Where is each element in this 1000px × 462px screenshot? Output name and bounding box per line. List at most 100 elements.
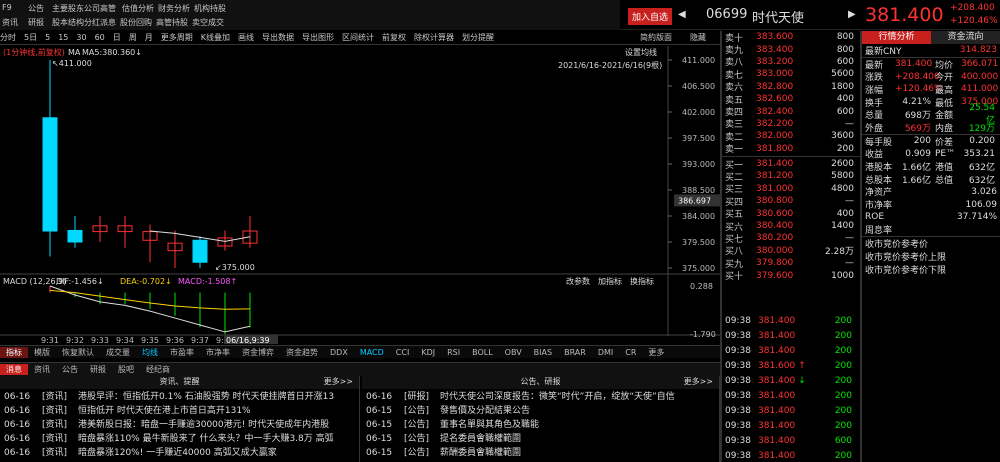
set-ma-button[interactable]: 设置均线 [625, 47, 657, 57]
menu-item[interactable]: 公司高管 [84, 3, 116, 14]
ask-row[interactable]: 卖一 381.800 200 [722, 143, 860, 156]
indicator-tab[interactable]: BIAS [528, 348, 558, 357]
bid-row[interactable]: 买七 380.200 — [722, 232, 860, 245]
layout-toggle-button[interactable]: 简約版面 [640, 33, 672, 42]
prev-stock-icon[interactable]: ◀ [678, 9, 686, 20]
indicator-tab[interactable]: OBV [499, 348, 528, 357]
bid-row[interactable]: 买九 379.800 — [722, 257, 860, 270]
news-item[interactable]: 06-16 [资讯] 港股早评：恒指低开0.1% 石油股强势 时代天使挂牌首日开涨1… [0, 389, 359, 403]
menu-item[interactable]: 估值分析 [122, 3, 154, 14]
macd-tool-button[interactable]: 加指标 [598, 276, 622, 286]
ask-row[interactable]: 卖六 382.800 1800 [722, 81, 860, 94]
macd-tool-button[interactable]: 改参数 [566, 276, 590, 286]
toolbar-item[interactable]: 15 [58, 33, 68, 42]
ask-row[interactable]: 卖九 383.400 800 [722, 43, 860, 57]
ask-row[interactable]: 卖二 382.000 3600 [722, 130, 860, 143]
quote-panel-tab[interactable]: 资金流向 [931, 31, 1000, 44]
toolbar-item[interactable]: 更多周期 [161, 32, 193, 43]
ask-row[interactable]: 卖八 383.200 600 [722, 56, 860, 69]
kline-chart[interactable]: (1分钟线,前复权) MA MA5:380.360↓ 设置均线 2021/6/16-20… [0, 46, 720, 344]
toolbar-item[interactable]: 分时 [0, 32, 16, 43]
toolbar-item[interactable]: 日 [113, 32, 121, 43]
indicator-tab[interactable]: 指标 [0, 346, 28, 358]
menu-item[interactable]: 资讯 [2, 17, 18, 28]
bid-row[interactable]: 买十 379.600 1000 [722, 269, 860, 283]
toolbar-item[interactable]: 周 [129, 32, 137, 43]
menu-item[interactable]: 机构持股 [194, 3, 226, 14]
menu-item[interactable]: 主要股东 [52, 3, 84, 14]
toolbar-item[interactable]: 区间统计 [342, 32, 374, 43]
toolbar-item[interactable]: 5日 [24, 32, 37, 43]
news-item[interactable]: 06-16 [资讯] 港美新股日报：暗盘一手赚逾30000港元! 时代天使成年内港股 [0, 417, 359, 431]
indicator-tab[interactable]: 恢复默认 [56, 347, 100, 358]
indicator-tab[interactable]: 资金趋势 [280, 347, 324, 358]
toolbar-item[interactable]: 60 [95, 33, 105, 42]
indicator-tab[interactable]: CCI [390, 348, 416, 357]
ask-row[interactable]: 卖四 382.400 600 [722, 105, 860, 119]
toolbar-item[interactable]: 画线 [238, 32, 254, 43]
bid-row[interactable]: 买八 380.000 2.28万 [722, 245, 860, 258]
menu-item[interactable]: 财务分析 [158, 3, 190, 14]
toolbar-item[interactable]: 除权计算器 [414, 32, 454, 43]
toolbar-item[interactable]: 前复权 [382, 32, 406, 43]
bid-row[interactable]: 买三 381.000 4800 [722, 183, 860, 196]
bid-row[interactable]: 买一 381.400 2600 [722, 158, 860, 171]
ask-row[interactable]: 卖十 383.600 800 [722, 31, 860, 44]
indicator-tab[interactable]: 资金博弈 [236, 347, 280, 358]
news-tab[interactable]: 公告 [56, 364, 84, 375]
bid-row[interactable]: 买六 380.400 1400 [722, 220, 860, 233]
quote-panel-tab[interactable]: 行情分析 [862, 31, 931, 44]
news-tab[interactable]: 股吧 [112, 364, 140, 375]
indicator-tab[interactable]: DMI [592, 348, 619, 357]
toolbar-item[interactable]: 5 [45, 33, 50, 42]
indicator-tab[interactable]: BRAR [558, 348, 592, 357]
indicator-tab[interactable]: DDX [324, 348, 354, 357]
news-tab[interactable]: 消息 [0, 364, 28, 375]
toolbar-item[interactable]: K线叠加 [201, 32, 230, 43]
indicator-tab[interactable]: 市净率 [200, 347, 236, 358]
toolbar-item[interactable]: 划分提醒 [462, 32, 494, 43]
bid-row[interactable]: 买四 380.800 — [722, 195, 860, 208]
indicator-tab[interactable]: CR [619, 348, 642, 357]
news-right-more-link[interactable]: 更多>> [684, 376, 713, 387]
news-tab[interactable]: 经纪商 [140, 364, 176, 375]
indicator-tab[interactable]: 均线 [136, 347, 164, 358]
toolbar-item[interactable]: 导出图形 [302, 32, 334, 43]
news-item[interactable]: 06-16 [资讯] 暗盘暴涨120%! 一手赚近40000 高弧又成大赢家 [0, 445, 359, 459]
menu-item[interactable]: 高管持股 [156, 17, 188, 28]
toolbar-item[interactable]: 30 [76, 33, 86, 42]
next-stock-icon[interactable]: ▶ [848, 9, 856, 20]
menu-item[interactable]: 股本结构 [52, 17, 84, 28]
menu-item[interactable]: 研报 [28, 17, 44, 28]
news-item[interactable]: 06-15 [公告] 提名委員會職權範圍 [362, 431, 719, 445]
indicator-tab[interactable]: 更多 [642, 347, 670, 358]
ask-row[interactable]: 卖三 382.200 — [722, 118, 860, 131]
indicator-tab[interactable]: MACD [354, 348, 390, 357]
news-item[interactable]: 06-16 [资讯] 暗盘暴涨110% 最牛新股来了 什么来头？中一手大赚3.8万 … [0, 431, 359, 445]
ask-row[interactable]: 卖七 383.000 5600 [722, 68, 860, 81]
news-tab[interactable]: 资讯 [28, 364, 56, 375]
menu-item[interactable]: 股份回购 [120, 17, 152, 28]
ask-row[interactable]: 卖五 382.600 400 [722, 93, 860, 106]
indicator-tab[interactable]: 成交量 [100, 347, 136, 358]
toolbar-item[interactable]: 月 [145, 32, 153, 43]
bid-row[interactable]: 买二 381.200 5800 [722, 170, 860, 183]
macd-tool-button[interactable]: 换指标 [630, 276, 654, 286]
indicator-tab[interactable]: KDJ [415, 348, 441, 357]
news-tab[interactable]: 研报 [84, 364, 112, 375]
menu-item[interactable]: F9 [2, 3, 12, 12]
news-item[interactable]: 06-15 [公告] 發售價及分配結果公告 [362, 403, 719, 417]
layout-toggle-button[interactable]: 隐藏 [690, 33, 706, 42]
news-left-more-link[interactable]: 更多>> [324, 376, 353, 387]
add-watchlist-button[interactable]: 加入自选 [628, 8, 673, 25]
indicator-tab[interactable]: 市盈率 [164, 347, 200, 358]
news-item[interactable]: 06-16 [研报] 时代天使公司深度报告：微笑“时代”开启，绽放“天使”自信 [362, 389, 719, 403]
indicator-tab[interactable]: RSI [441, 348, 466, 357]
news-item[interactable]: 06-16 [资讯] 恒指低开 时代天使在港上市首日高开131% [0, 403, 359, 417]
menu-item[interactable]: 分红派息 [84, 17, 116, 28]
indicator-tab[interactable]: BOLL [466, 348, 499, 357]
news-item[interactable]: 06-15 [公告] 薪酬委員會職權範圍 [362, 445, 719, 459]
indicator-tab[interactable]: 模版 [28, 347, 56, 358]
bid-row[interactable]: 买五 380.600 400 [722, 207, 860, 221]
toolbar-item[interactable]: 导出数据 [262, 32, 294, 43]
